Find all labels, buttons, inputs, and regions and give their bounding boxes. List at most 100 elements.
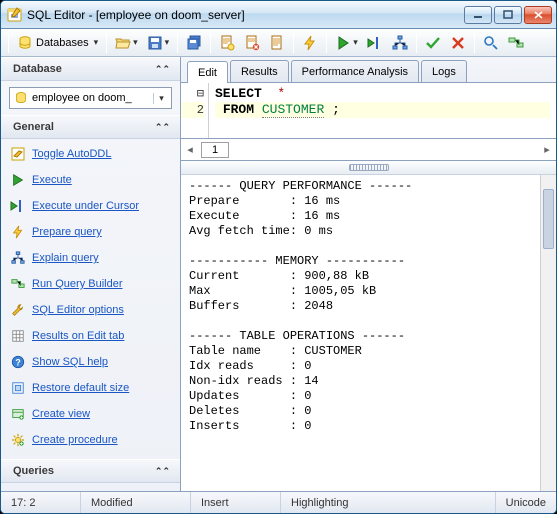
- nav-results-edit[interactable]: Results on Edit tab: [3, 325, 178, 347]
- bolt-icon: [10, 224, 26, 240]
- app-icon: [7, 7, 23, 23]
- tab-performance[interactable]: Performance Analysis: [291, 60, 419, 82]
- query-builder-button[interactable]: [504, 32, 528, 54]
- chevron-down-icon: ▾: [94, 37, 99, 48]
- tree-icon: [392, 35, 408, 51]
- general-nav-list: Toggle AutoDDL Execute Execute under Cur…: [1, 139, 180, 459]
- doc-blank-icon: [269, 35, 285, 51]
- play-cursor-icon: [367, 35, 383, 51]
- play-icon: [335, 35, 351, 51]
- collapse-icon: ⌃⌃: [155, 122, 170, 133]
- page-number[interactable]: 1: [201, 142, 229, 158]
- database-icon: [17, 35, 33, 51]
- statusbar: 17: 2 Modified Insert Highlighting Unico…: [1, 491, 556, 513]
- status-highlighting: Highlighting: [281, 492, 496, 513]
- delete-query-button[interactable]: [240, 32, 264, 54]
- status-encoding: Unicode: [496, 492, 556, 513]
- builder-icon: [10, 276, 26, 292]
- nav-prepare[interactable]: Prepare query: [3, 221, 178, 243]
- bolt-icon: [302, 35, 318, 51]
- toggle-icon: [10, 146, 26, 162]
- save-multi-icon: [186, 35, 202, 51]
- save-icon: [147, 35, 163, 51]
- grid-icon: [10, 328, 26, 344]
- rollback-button[interactable]: [446, 32, 470, 54]
- main-area: Database ⌃⌃ employee on doom_ ▾ General …: [1, 57, 556, 491]
- commit-button[interactable]: [421, 32, 445, 54]
- tree-icon: [10, 250, 26, 266]
- nav-create-view[interactable]: Create view: [3, 403, 178, 425]
- main-toolbar: Databases ▾ ▾ ▾ ▾: [1, 29, 556, 57]
- resize-icon: [10, 380, 26, 396]
- vertical-scrollbar[interactable]: [540, 175, 556, 491]
- splitter-handle[interactable]: [181, 161, 556, 175]
- save-all-button[interactable]: [182, 32, 206, 54]
- window-title: SQL Editor - [employee on doom_server]: [27, 8, 464, 22]
- scroll-right-icon[interactable]: ▸: [538, 143, 556, 156]
- help-icon: ?: [10, 354, 26, 370]
- play-cursor-icon: [10, 198, 26, 214]
- play-icon: [10, 172, 26, 188]
- status-cursor-pos: 17: 2: [1, 492, 81, 513]
- databases-dropdown[interactable]: Databases ▾: [13, 32, 102, 54]
- scroll-left-icon[interactable]: ◂: [181, 143, 199, 156]
- section-queries-header[interactable]: Queries ⌃⌃: [1, 459, 180, 483]
- status-modified: Modified: [81, 492, 191, 513]
- tab-bar: Edit Results Performance Analysis Logs: [181, 57, 556, 83]
- editor-gutter: ⊟ 2: [181, 83, 209, 138]
- page-bar: ◂ 1 ▸: [181, 139, 556, 161]
- scrollbar-thumb[interactable]: [543, 189, 554, 249]
- titlebar[interactable]: SQL Editor - [employee on doom_server]: [1, 1, 556, 29]
- execute-button[interactable]: ▾: [331, 32, 362, 54]
- builder-icon: [508, 35, 524, 51]
- nav-execute-cursor[interactable]: Execute under Cursor: [3, 195, 178, 217]
- chevron-down-icon: ▾: [153, 93, 169, 104]
- doc-delete-icon: [244, 35, 260, 51]
- database-selector[interactable]: employee on doom_ ▾: [9, 87, 172, 109]
- nav-query-builder[interactable]: Run Query Builder: [3, 273, 178, 295]
- find-button[interactable]: [479, 32, 503, 54]
- section-general-header[interactable]: General ⌃⌃: [1, 115, 180, 139]
- collapse-icon: ⌃⌃: [155, 64, 170, 75]
- view-icon: [10, 406, 26, 422]
- svg-text:?: ?: [15, 358, 20, 368]
- execute-cursor-button[interactable]: [363, 32, 387, 54]
- tab-results[interactable]: Results: [230, 60, 289, 82]
- status-insert-mode: Insert: [191, 492, 281, 513]
- open-button[interactable]: ▾: [111, 32, 142, 54]
- nav-options[interactable]: SQL Editor options: [3, 299, 178, 321]
- tab-edit[interactable]: Edit: [187, 61, 228, 83]
- nav-create-procedure[interactable]: Create procedure: [3, 429, 178, 451]
- tab-logs[interactable]: Logs: [421, 60, 467, 82]
- clear-button[interactable]: [265, 32, 289, 54]
- app-window: SQL Editor - [employee on doom_server] D…: [0, 0, 557, 514]
- sql-editor[interactable]: ⊟ 2 SELECT * FROM CUSTOMER ;: [181, 83, 556, 139]
- grip-icon: [349, 164, 389, 171]
- x-icon: [450, 35, 466, 51]
- content-area: Edit Results Performance Analysis Logs ⊟…: [181, 57, 556, 491]
- save-button[interactable]: ▾: [143, 32, 174, 54]
- nav-sql-help[interactable]: ?Show SQL help: [3, 351, 178, 373]
- output-panel[interactable]: ------ QUERY PERFORMANCE ------ Prepare …: [181, 175, 556, 491]
- new-query-button[interactable]: [215, 32, 239, 54]
- nav-restore-size[interactable]: Restore default size: [3, 377, 178, 399]
- database-icon: [14, 91, 28, 105]
- gear-icon: [10, 432, 26, 448]
- prepare-button[interactable]: [298, 32, 322, 54]
- nav-toggle-autoddl[interactable]: Toggle AutoDDL: [3, 143, 178, 165]
- close-button[interactable]: [524, 6, 552, 24]
- minimize-button[interactable]: [464, 6, 492, 24]
- search-icon: [483, 35, 499, 51]
- nav-explain[interactable]: Explain query: [3, 247, 178, 269]
- explain-button[interactable]: [388, 32, 412, 54]
- window-controls: [464, 6, 552, 24]
- wrench-icon: [10, 302, 26, 318]
- nav-execute[interactable]: Execute: [3, 169, 178, 191]
- section-database-header[interactable]: Database ⌃⌃: [1, 57, 180, 81]
- check-icon: [425, 35, 441, 51]
- folder-open-icon: [115, 35, 131, 51]
- collapse-icon: ⌃⌃: [155, 466, 170, 477]
- maximize-button[interactable]: [494, 6, 522, 24]
- sql-text[interactable]: SELECT * FROM CUSTOMER ;: [209, 83, 556, 138]
- doc-sql-icon: [219, 35, 235, 51]
